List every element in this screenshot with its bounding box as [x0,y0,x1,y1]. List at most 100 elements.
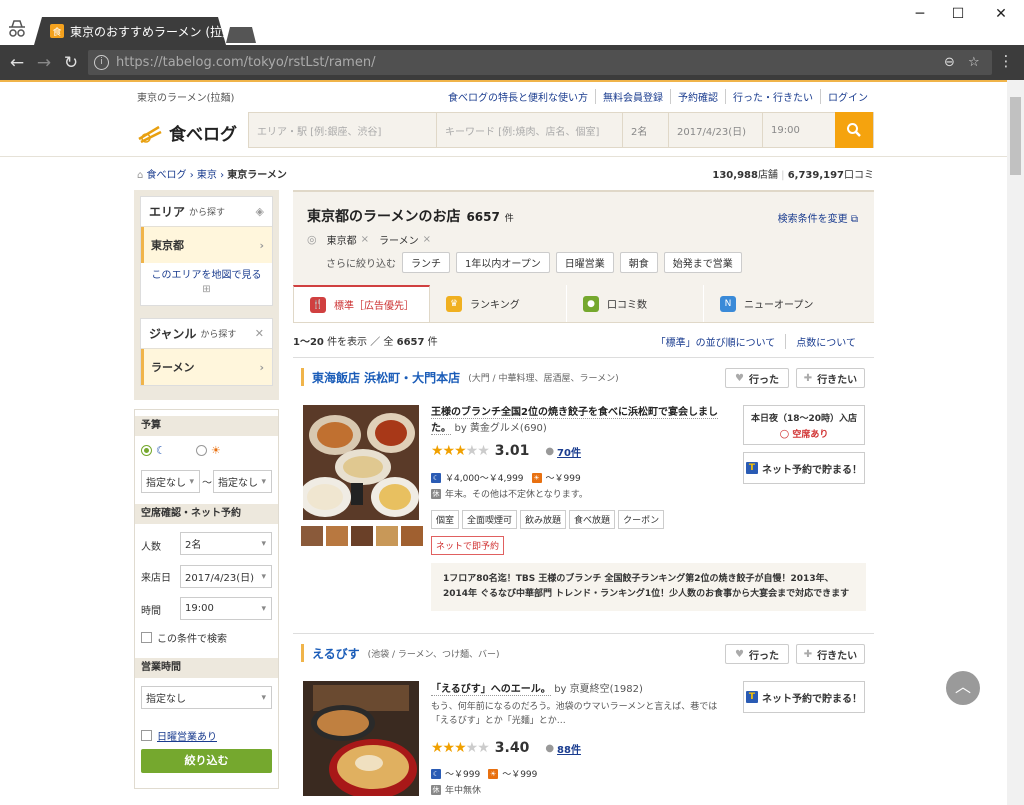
result-summary: 1～20 件を表示 ／ 全 6657 件 [293,333,438,348]
sort-order-link[interactable]: 「標準」の並び順について [646,334,786,349]
net-reserve-button[interactable]: T ネット予約で貯まる！ [743,452,865,484]
area-title: エリア [149,205,186,219]
change-conditions-link[interactable]: 検索条件を変更 ⧉ [778,210,858,225]
budget-max-select[interactable]: 指定なし [213,470,272,493]
breadcrumb-pref[interactable]: 東京 [197,170,217,181]
new-tab-button[interactable] [226,27,256,43]
radio-lunch[interactable] [195,445,207,456]
search-button[interactable] [835,112,873,148]
radio-dinner[interactable] [141,445,152,456]
thumbnail[interactable] [376,526,398,546]
thumbnail[interactable] [351,526,373,546]
pill-breakfast[interactable]: 朝食 [619,252,658,273]
link-features[interactable]: 食べログの特長と便利な使い方 [441,89,595,104]
net-reserve-button[interactable]: T ネット予約で貯まる！ [743,681,865,713]
thumbnail[interactable] [326,526,348,546]
hours-select[interactable]: 指定なし [141,686,272,709]
date-field[interactable]: 2017/4/23(日) [180,565,272,588]
pill-sunday[interactable]: 日曜営業 [555,252,614,273]
sort-tabs: 🍴 標準［広告優先］ ♛ ランキング ● 口コミ数 N ニューオープン [293,285,874,323]
remove-icon[interactable]: × [423,234,431,245]
keyword-input[interactable]: キーワード [例:焼肉、店名、個室] [437,113,623,147]
went-button[interactable]: ♥ 行った [725,644,789,664]
tab-standard-label: 標準［広告優先］ [334,301,414,312]
link-went-want[interactable]: 行った・行きたい [725,89,820,104]
review-catch[interactable]: 「えるびす」へのエール。 by 京夏終空(1982) [431,682,721,698]
dinner-budget: ～￥999 [445,770,481,780]
want-button[interactable]: ✚ 行きたい [796,368,865,388]
link-reservation[interactable]: 予約確認 [670,89,725,104]
date-select[interactable]: 2017/4/23(日) [669,113,763,147]
score-about-link[interactable]: 点数について [785,334,866,349]
results-header: 東京都のラーメンのお店 6657 件 検索条件を変更 ⧉ ◎ 東京都 × ラーメン ×… [293,190,874,285]
scroll-to-top-button[interactable]: ︿ [946,671,980,705]
promo-text: 1フロア80名迄！TBS 王様のブランチ 全国餃子ランキング第2位の焼き餃子が自… [431,563,866,611]
review-count-link[interactable]: ● 70件 [545,444,581,459]
area-input[interactable]: エリア・駅 [例:銀座、渋谷] [249,113,437,147]
scrollbar-thumb[interactable] [1010,97,1021,175]
crown-icon: ♛ [446,295,462,312]
pill-lunch[interactable]: ランチ [402,252,450,273]
link-register[interactable]: 無料会員登録 [595,89,670,104]
time-field[interactable]: 19:00 [180,597,272,620]
review-catch[interactable]: 王様のブランチ全国2位の焼き餃子を食べに浜松町で宴会しました。 by 黄金グルメ… [431,405,721,437]
list-item: 東海飯店 浜松町・大門本店 (大門 / 中華料理、居酒屋、ラーメン) ♥ 行った ✚… [293,357,874,633]
sunday-open-row[interactable]: 日曜営業あり [141,728,217,743]
reload-icon[interactable]: ↻ [60,52,82,74]
breadcrumb-home[interactable]: 食べログ [147,170,187,181]
thumbnail[interactable] [401,526,423,546]
want-button[interactable]: ✚ 行きたい [796,644,865,664]
remove-icon[interactable]: × [361,234,369,245]
restaurant-photo[interactable] [303,405,419,520]
filter-tag-genre[interactable]: ラーメン × [379,232,431,247]
tab-reviews[interactable]: ● 口コミ数 [567,285,704,322]
net-reserve-badge[interactable]: ネットで即予約 [431,536,505,555]
tonight-availability[interactable]: 本日夜（18～20時）入店 ○ 空席あり [743,405,865,445]
browser-menu-icon[interactable]: ⋮ [998,52,1014,70]
pill-new-open[interactable]: 1年以内オープン [456,252,550,273]
review-count-link[interactable]: ● 88件 [545,741,581,756]
link-login[interactable]: ログイン [820,89,875,104]
tabelog-logo[interactable]: 食べログ [137,120,237,145]
filter-tag-area[interactable]: 東京都 × [327,232,369,247]
forward-arrow-icon[interactable]: → [33,52,55,74]
genre-title: ジャンル [149,327,197,341]
zoom-icon[interactable]: ⊖ [944,50,955,75]
area-map-link[interactable]: このエリアを地図で見る ⊞ [141,263,272,305]
area-selected[interactable]: 東京都 › [141,227,272,263]
went-button[interactable]: ♥ 行った [725,368,789,388]
close-window-icon[interactable]: ✕ [986,4,1016,24]
restaurant-photo[interactable] [303,681,419,796]
restaurant-name[interactable]: 東海飯店 浜松町・大門本店 (大門 / 中華料理、居酒屋、ラーメン) [301,368,619,386]
star-rating-icon: ★★★★★ [431,740,490,756]
minimize-icon[interactable]: ─ [905,4,935,24]
restaurant-name[interactable]: えるびす (池袋 / ラーメン、つけ麺、バー) [301,644,500,662]
thumbnail[interactable] [301,526,323,546]
people-field[interactable]: 2名 [180,532,272,555]
info-icon[interactable]: i [94,55,109,70]
search-bar: エリア・駅 [例:銀座、渋谷] キーワード [例:焼肉、店名、個室] 2名 20… [248,112,874,148]
address-bar[interactable]: i https://tabelog.com/tokyo/rstLst/ramen… [88,50,992,75]
genre-selected[interactable]: ラーメン › [141,349,272,385]
budget-min-select[interactable]: 指定なし [141,470,200,493]
people-label: 人数 [141,542,161,553]
back-arrow-icon[interactable]: ← [6,52,28,74]
genre-value: ラーメン [151,361,195,374]
tonight-label: 本日夜（18～20時）入店 [750,414,858,424]
result-mid: 件を表示 ／ 全 [327,337,394,348]
tab-ranking[interactable]: ♛ ランキング [430,285,567,322]
tab-new-open[interactable]: N ニューオープン [704,285,841,322]
tab-standard[interactable]: 🍴 標準［広告優先］ [293,285,430,322]
search-cond-row[interactable]: この条件で検索 [141,630,227,645]
bookmark-star-icon[interactable]: ☆ [968,50,980,75]
date-label: 来店日 [141,573,171,584]
pill-late-night[interactable]: 始発まで営業 [663,252,742,273]
maximize-icon[interactable]: ☐ [943,4,973,24]
browser-tab-active[interactable]: 食 東京のおすすめラーメン (拉麺 [34,17,226,45]
search-cond-checkbox[interactable] [141,632,152,643]
people-select[interactable]: 2名 [623,113,669,147]
time-select[interactable]: 19:00 [763,113,835,147]
scrollbar-track[interactable] [1007,80,1024,805]
narrow-down-button[interactable]: 絞り込む [141,749,272,773]
sunday-open-checkbox[interactable] [141,730,152,741]
